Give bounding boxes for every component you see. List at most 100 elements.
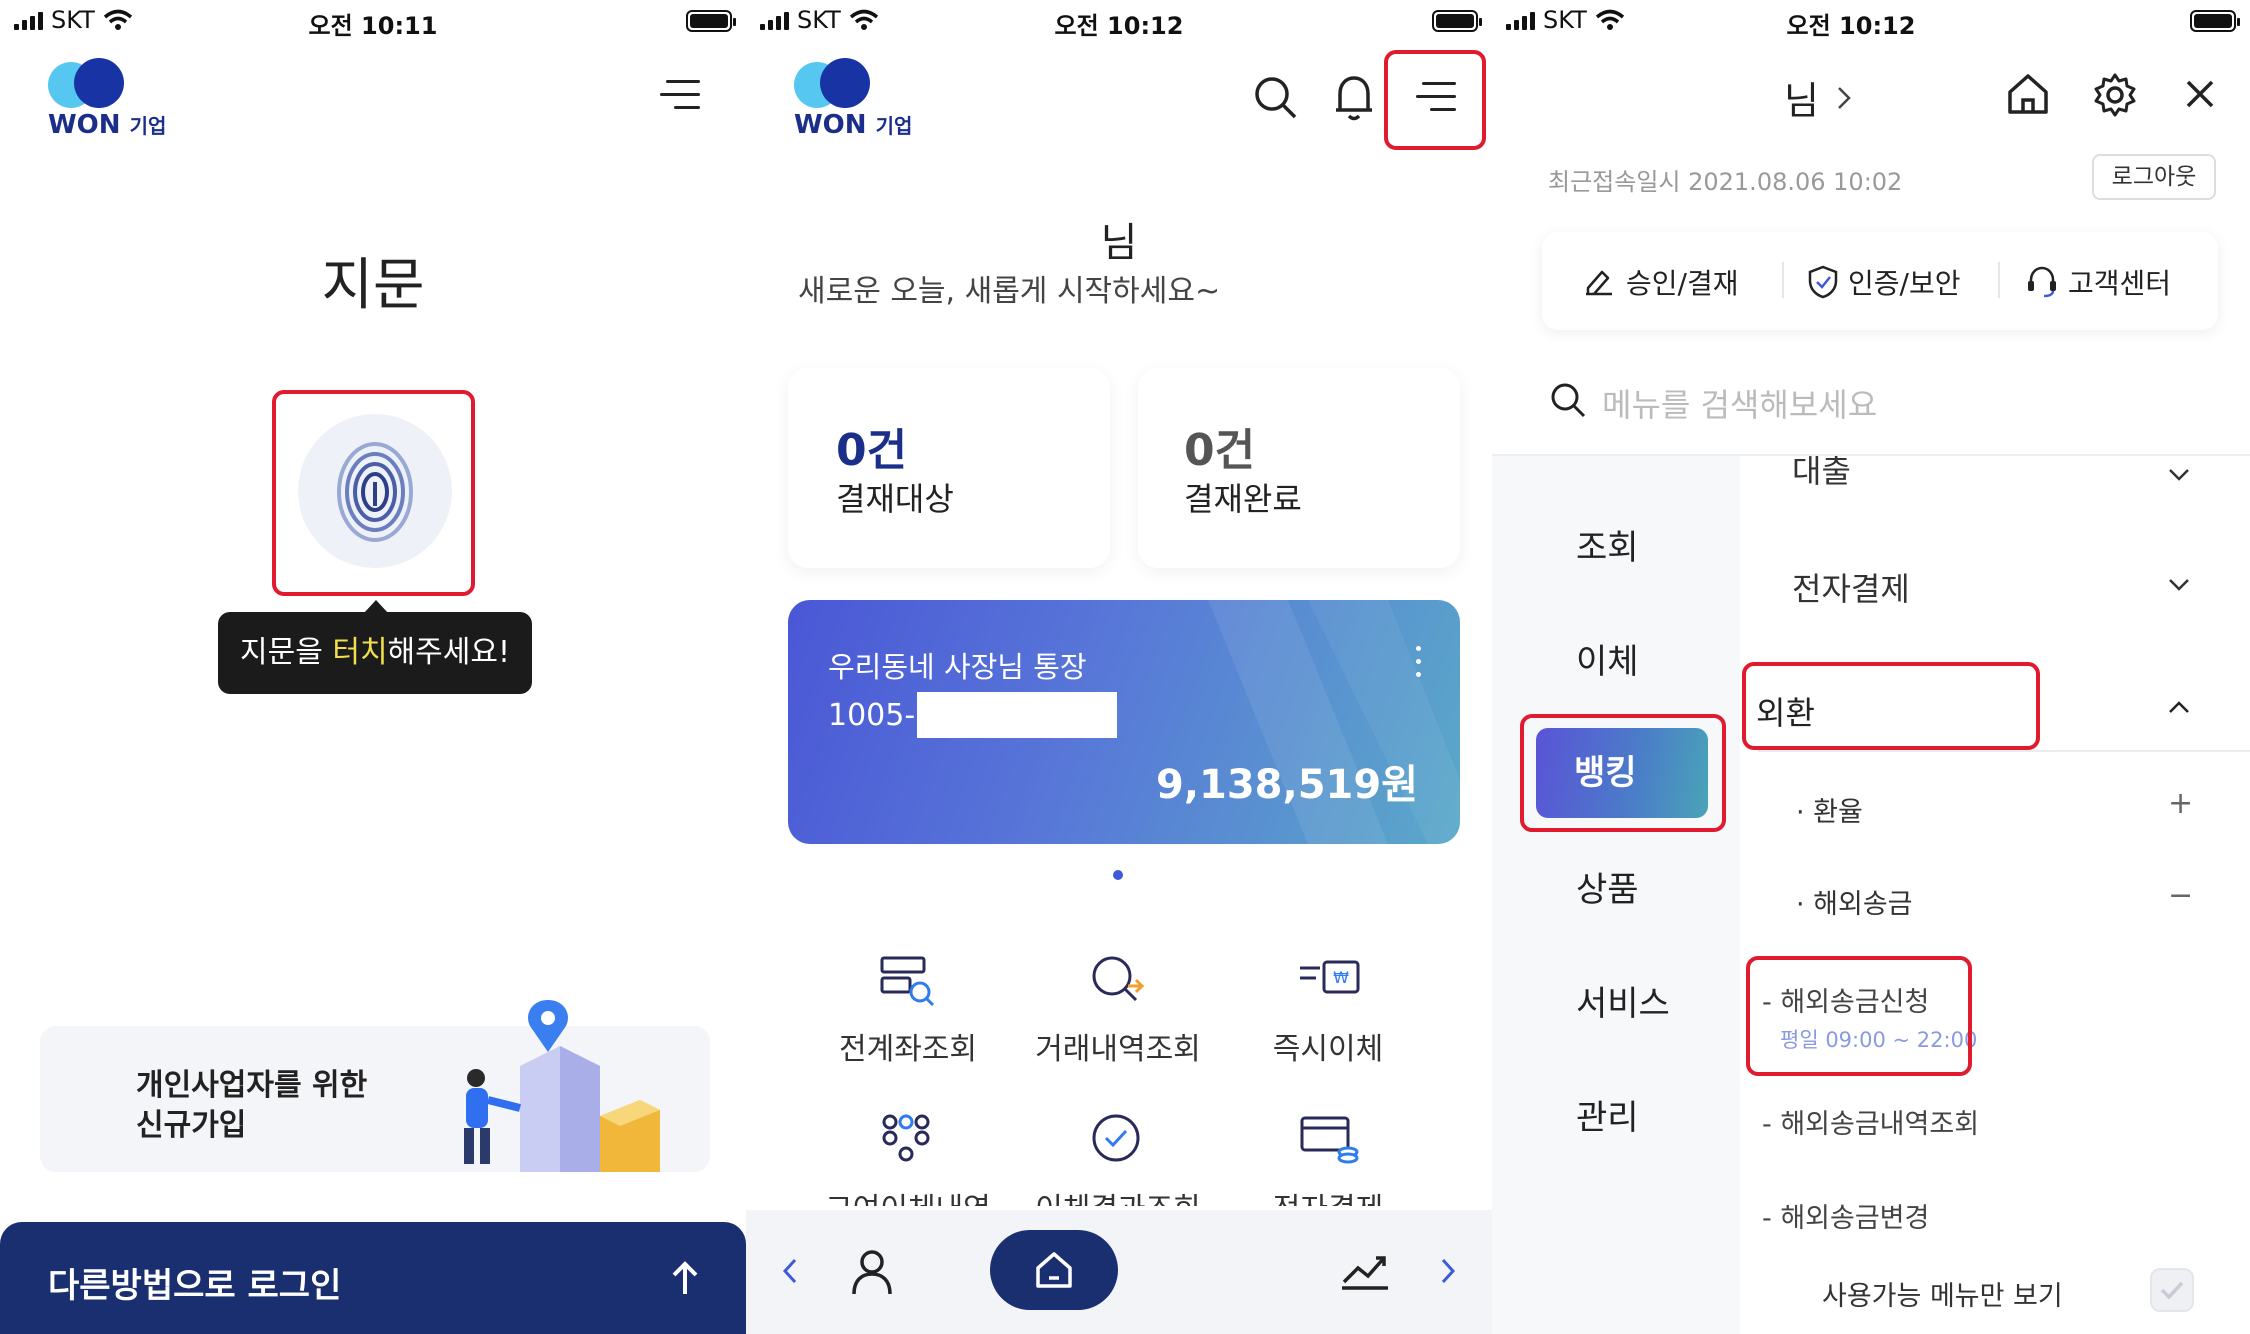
status-time: 오전 10:12: [1786, 12, 1916, 40]
sidebar-item-inquiry[interactable]: 조회: [1492, 520, 1692, 569]
won-logo-icon: [794, 58, 874, 108]
checkbox[interactable]: [2150, 1268, 2194, 1312]
last-access-time: 최근접속일시 2021.08.06 10:02: [1548, 168, 1903, 196]
search-placeholder: 메뉴를 검색해보세요: [1602, 386, 1878, 424]
chevron-up-icon: [2169, 701, 2189, 713]
signup-line1: 개인사업자를 위한: [136, 1068, 368, 1103]
stat-label: 결재완료: [1184, 480, 1302, 518]
check-icon: [2160, 1281, 2184, 1300]
brand-logo-text: WON 기업: [48, 110, 167, 140]
history-search-icon: [1092, 956, 1145, 1002]
group-label: 전자결제: [1792, 570, 1910, 608]
chevron-down-icon: [2169, 469, 2189, 481]
bell-icon[interactable]: [1332, 72, 1376, 122]
page-title: 지문: [321, 253, 425, 318]
brand-logo-text: WON 기업: [794, 110, 913, 140]
redacted-block: [917, 692, 1118, 738]
quick-menu-all-accounts[interactable]: 전계좌조회: [798, 1024, 1018, 1068]
user-icon[interactable]: [850, 1248, 894, 1296]
chevron-right-icon[interactable]: [1440, 1258, 1456, 1284]
status-time: 오전 10:12: [1054, 12, 1184, 40]
search-icon: [1551, 383, 1586, 418]
chevron-down-icon: [2169, 579, 2189, 591]
available-only-toggle[interactable]: 사용가능 메뉴만 보기: [1740, 1246, 2250, 1334]
bottom-nav: [746, 1210, 1492, 1334]
menu-search[interactable]: 메뉴를 검색해보세요: [1492, 362, 2250, 434]
status-time: 오전 10:11: [308, 12, 438, 40]
building-illustration-icon: [464, 1000, 660, 1172]
status-bar: SKT 오전 10:11: [0, 0, 746, 44]
user-name-link[interactable]: 님: [1784, 70, 1851, 125]
collapse-toggle: −: [2168, 878, 2194, 913]
highlight-box: [1746, 956, 1972, 1076]
pen-signature-icon: [1586, 270, 1612, 296]
sub-item-label: · 해외송금: [1796, 889, 1913, 920]
shortcut-support[interactable]: 고객센터: [2026, 262, 2171, 302]
status-bar: SKT 오전 10:12: [746, 0, 1492, 44]
leaf-overseas-remit-change[interactable]: - 해외송금변경: [1762, 1196, 1929, 1235]
gear-icon[interactable]: [2092, 72, 2138, 118]
all-menu-screen: SKT 오전 10:12 님 최근접속일시 2021.08.06 10:02 로…: [1492, 0, 2250, 1334]
sidebar-item-management[interactable]: 관리: [1492, 1090, 1692, 1139]
shortcut-approval[interactable]: 승인/결재: [1582, 262, 1738, 302]
highlight-box: [1742, 662, 2040, 750]
quick-menu-transfer[interactable]: 즉시이체: [1218, 1024, 1438, 1068]
more-vertical-icon[interactable]: [1416, 646, 1421, 677]
available-only-label: 사용가능 메뉴만 보기: [1822, 1281, 2063, 1312]
sub-item-overseas-remit[interactable]: · 해외송금 −: [1740, 878, 2250, 924]
instant-transfer-icon: ₩: [1300, 960, 1360, 994]
quick-menu-row2-item[interactable]: 그여이체내역: [798, 1184, 1018, 1206]
home-button[interactable]: [990, 1230, 1118, 1310]
fingerprint-tooltip: 지문을 터치해주세요!: [218, 612, 532, 694]
signup-line2: 신규가입: [136, 1108, 247, 1143]
chevron-left-icon[interactable]: [782, 1258, 798, 1284]
group-loan[interactable]: 대출: [1740, 456, 2250, 496]
stat-card-done[interactable]: 0건 결재완료: [1138, 368, 1460, 568]
quick-menu-row2-item[interactable]: 이체결과조회: [1008, 1184, 1228, 1206]
stat-card-pending[interactable]: 0건 결재대상: [788, 368, 1110, 568]
battery-icon: [686, 10, 736, 32]
chart-trend-icon[interactable]: [1340, 1252, 1390, 1292]
home-screen: SKT 오전 10:12 WON 기업 님 새로운 오늘, 새롭게 시작하세요~…: [746, 0, 1492, 1334]
group-label: 대출: [1792, 456, 1851, 490]
shortcut-auth[interactable]: 인증/보안: [1808, 262, 1960, 302]
close-icon[interactable]: [2186, 80, 2214, 108]
user-name: 님: [1100, 220, 1138, 266]
payment-card-icon: [1300, 1116, 1359, 1164]
home-icon[interactable]: [2006, 72, 2050, 116]
highlight-box: [272, 390, 475, 596]
arrow-up-icon: [672, 1261, 698, 1294]
other-login-button[interactable]: 다른방법으로 로그인: [0, 1222, 746, 1334]
sidebar-item-products[interactable]: 상품: [1492, 862, 1692, 911]
group-epayment[interactable]: 전자결제: [1740, 556, 2250, 618]
other-login-label: 다른방법으로 로그인: [48, 1266, 342, 1306]
battery-icon: [1432, 10, 1482, 32]
account-balance: 9,138,519원: [1155, 762, 1418, 808]
sidebar-item-services[interactable]: 서비스: [1492, 976, 1692, 1025]
signup-banner[interactable]: 개인사업자를 위한 신규가입: [40, 1000, 710, 1172]
headset-icon: [2028, 266, 2056, 298]
battery-icon: [2190, 10, 2240, 32]
quick-menu-row2-item[interactable]: 전자결제: [1218, 1184, 1438, 1206]
stat-count: 0건: [836, 425, 908, 476]
account-card[interactable]: 우리동네 사장님 통장 1005- 9,138,519원: [788, 600, 1460, 844]
quick-menu-history[interactable]: 거래내역조회: [1008, 1024, 1228, 1068]
greeting-text: 새로운 오늘, 새롭게 시작하세요~: [798, 274, 1221, 309]
page-indicator-dot: [1113, 870, 1123, 880]
shield-check-icon: [1808, 265, 1838, 299]
sidebar-item-transfer[interactable]: 이체: [1492, 634, 1692, 683]
menu-icon[interactable]: [660, 80, 700, 110]
logout-button[interactable]: 로그아웃: [2092, 154, 2216, 200]
login-fingerprint-screen: SKT 오전 10:11 WON 기업 지문 지문을 터치해주세요! 개인사업자…: [0, 0, 746, 1334]
svg-text:₩: ₩: [1333, 968, 1349, 987]
all-accounts-icon: [880, 956, 935, 1007]
sub-item-exchange-rate[interactable]: · 환율 +: [1740, 786, 2250, 832]
search-icon[interactable]: [1254, 76, 1298, 120]
expand-toggle: +: [2168, 786, 2194, 821]
stat-count: 0건: [1184, 425, 1256, 476]
leaf-overseas-remit-history[interactable]: - 해외송금내역조회: [1762, 1102, 1979, 1141]
divider: [1782, 262, 1784, 298]
status-bar: SKT 오전 10:12: [1492, 0, 2250, 44]
sub-item-label: · 환율: [1796, 797, 1863, 828]
tooltip-arrow: [364, 600, 388, 613]
